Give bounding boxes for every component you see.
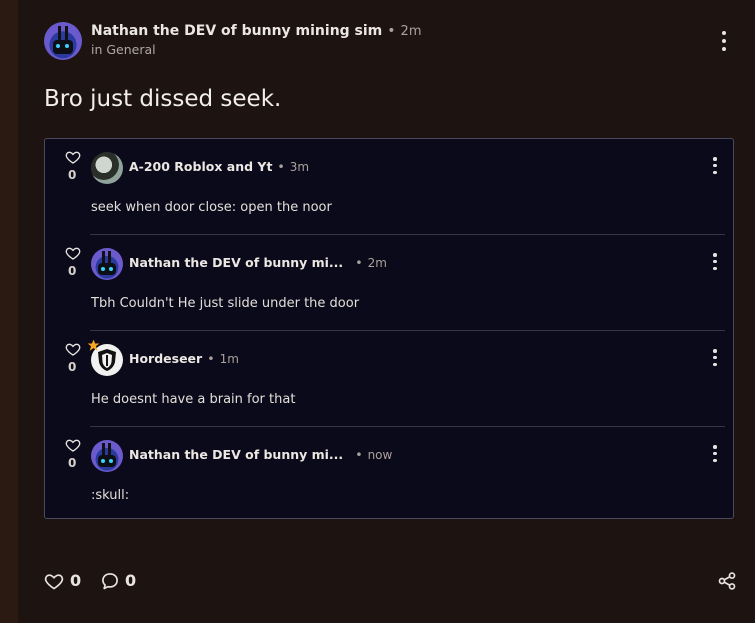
- reply-thread: 0 A-200 Roblox and Yt • 3m seek when door …: [44, 138, 734, 519]
- separator-dot: •: [387, 23, 396, 39]
- post-title: Bro just dissed seek.: [44, 86, 282, 112]
- reply-author-line: Nathan the DEV of bunny mi... • now: [129, 447, 392, 462]
- share-icon[interactable]: [717, 571, 737, 591]
- reply-like-count: 0: [68, 168, 77, 182]
- bunny-avatar-icon[interactable]: [91, 248, 123, 280]
- separator-dot: •: [355, 255, 363, 270]
- reply-item: 0 Nathan the DEV of bunny mi... • 2m Tbh C…: [45, 235, 733, 331]
- reply-text: seek when door close: open the noor: [91, 200, 332, 215]
- separator-dot: •: [355, 447, 363, 462]
- reply-like-count: 0: [68, 264, 77, 278]
- reply-more-options-icon[interactable]: [712, 157, 718, 174]
- heart-icon[interactable]: [44, 571, 64, 591]
- bunny-avatar-icon[interactable]: [91, 440, 123, 472]
- reply-author[interactable]: Nathan the DEV of bunny mi...: [129, 255, 343, 270]
- reply-item: 0 Hordeseer • 1m He doesnt have a brain fo…: [45, 331, 733, 427]
- separator-dot: •: [277, 159, 285, 174]
- heart-icon[interactable]: [65, 437, 81, 453]
- post-like-count: 0: [70, 571, 82, 590]
- reply-item: 0 Nathan the DEV of bunny mi... • now :sku…: [45, 427, 733, 523]
- post-time: 2m: [400, 24, 422, 39]
- separator-dot: •: [207, 351, 215, 366]
- reply-like-count: 0: [68, 360, 77, 374]
- post-author[interactable]: Nathan the DEV of bunny mining sim: [91, 23, 382, 39]
- post-author-line: Nathan the DEV of bunny mining sim • 2m: [91, 23, 421, 39]
- reply-author-line: A-200 Roblox and Yt • 3m: [129, 159, 309, 174]
- heart-icon[interactable]: [65, 341, 81, 357]
- reply-time: now: [367, 448, 393, 462]
- reply-item: 0 A-200 Roblox and Yt • 3m seek when door …: [45, 139, 733, 235]
- reply-text: He doesnt have a brain for that: [91, 392, 296, 407]
- author-avatar[interactable]: [44, 22, 82, 60]
- reply-author-line: Hordeseer • 1m: [129, 351, 239, 366]
- post-comment-count: 0: [125, 571, 137, 590]
- post-channel[interactable]: in General: [91, 42, 156, 57]
- reply-author[interactable]: Hordeseer: [129, 351, 202, 366]
- badge-icon: [87, 339, 100, 351]
- reply-more-options-icon[interactable]: [712, 253, 718, 270]
- reply-text: :skull:: [91, 488, 130, 503]
- reply-text: Tbh Couldn't He just slide under the doo…: [91, 296, 360, 311]
- comment-icon[interactable]: [100, 571, 120, 591]
- reply-more-options-icon[interactable]: [712, 349, 718, 366]
- reply-author-line: Nathan the DEV of bunny mi... • 2m: [129, 255, 387, 270]
- reply-author[interactable]: A-200 Roblox and Yt: [129, 159, 272, 174]
- reply-time: 1m: [219, 352, 239, 366]
- gear-avatar-icon[interactable]: [91, 152, 123, 184]
- reply-more-options-icon[interactable]: [712, 445, 718, 462]
- post-more-options-icon[interactable]: [721, 31, 727, 51]
- reply-like-count: 0: [68, 456, 77, 470]
- reply-author[interactable]: Nathan the DEV of bunny mi...: [129, 447, 343, 462]
- reply-time: 3m: [289, 160, 310, 174]
- heart-icon[interactable]: [65, 245, 81, 261]
- post-footer: 0 0: [44, 569, 744, 593]
- heart-icon[interactable]: [65, 149, 81, 165]
- post-header: Nathan the DEV of bunny mining sim • 2m in…: [44, 20, 734, 60]
- post-card: Nathan the DEV of bunny mining sim • 2m in…: [18, 0, 755, 623]
- reply-time: 2m: [367, 256, 387, 270]
